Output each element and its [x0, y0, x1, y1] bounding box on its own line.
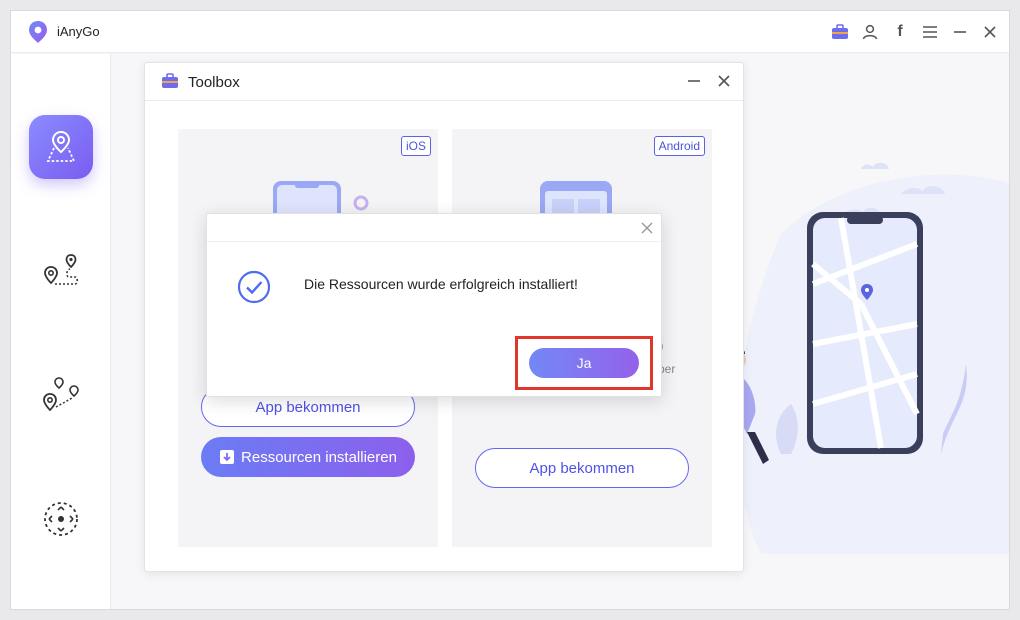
install-resources-button[interactable]: Ressourcen installieren [201, 437, 415, 477]
toolbox-title: Toolbox [188, 74, 240, 91]
titlebar: iAnyGo f [11, 11, 1009, 53]
two-spot-icon [44, 254, 79, 285]
app-window: iAnyGo f Toolbox iOS App bekommen Ressou… [10, 10, 1010, 610]
success-dialog: Die Ressourcen wurde erfolgreich install… [206, 213, 662, 397]
app-logo-icon [29, 21, 47, 43]
close-icon[interactable] [715, 72, 733, 90]
app-title: iAnyGo [57, 24, 100, 39]
close-icon[interactable] [639, 220, 655, 236]
sidebar-item-change-location[interactable] [29, 115, 93, 179]
close-icon[interactable] [979, 21, 1001, 43]
multi-spot-icon [43, 377, 79, 412]
sidebar-item-multi-spot[interactable] [29, 363, 93, 427]
location-map-icon [46, 130, 76, 162]
toolbox-header-icon [162, 73, 178, 88]
facebook-icon[interactable]: f [889, 21, 911, 43]
download-icon [220, 450, 235, 464]
highlight-box [515, 336, 653, 390]
menu-icon[interactable] [919, 21, 941, 43]
android-badge: Android [653, 136, 705, 156]
sidebar-item-joystick[interactable] [29, 487, 93, 551]
minimize-icon[interactable] [685, 72, 703, 90]
minimize-icon[interactable] [949, 21, 971, 43]
android-get-app-button[interactable]: App bekommen [475, 448, 689, 488]
joystick-icon [44, 502, 78, 536]
sidebar-item-single-spot[interactable] [29, 239, 93, 303]
toolbox-icon[interactable] [829, 21, 851, 43]
facebook-glyph: f [897, 23, 903, 40]
ios-badge: iOS [400, 136, 431, 156]
user-icon[interactable] [859, 21, 881, 43]
sidebar [11, 54, 111, 609]
phone-map-illustration [725, 162, 1009, 554]
install-resources-label: Ressourcen installieren [241, 448, 397, 466]
check-circle-icon [237, 270, 271, 304]
dialog-header [207, 214, 661, 242]
dialog-message: Die Ressourcen wurde erfolgreich install… [304, 276, 578, 292]
toolbox-header: Toolbox [145, 63, 743, 101]
